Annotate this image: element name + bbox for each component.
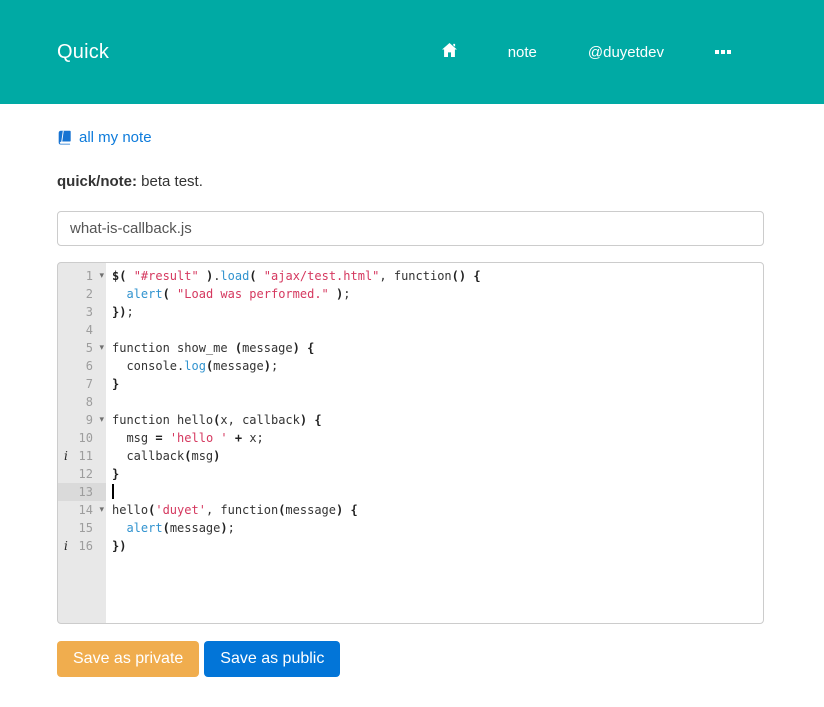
line-number: 12	[79, 467, 93, 481]
code-line[interactable]: console.log(message);	[106, 357, 278, 375]
code-line[interactable]: function show_me (message) {	[106, 339, 314, 357]
line-number: 7	[86, 377, 93, 391]
all-my-note-label: all my note	[79, 129, 152, 146]
code-line[interactable]: $( "#result" ).load( "ajax/test.html", f…	[106, 267, 481, 285]
code-line[interactable]: hello('duyet', function(message) {	[106, 501, 358, 519]
code-line[interactable]: msg = 'hello ' + x;	[106, 429, 264, 447]
gutter-cell: 8	[58, 393, 106, 411]
code-line[interactable]	[106, 393, 112, 411]
editor-row: 12}	[58, 465, 763, 483]
editor-row: 3});	[58, 303, 763, 321]
brand-title[interactable]: Quick	[57, 41, 109, 64]
code-line[interactable]: callback(msg)	[106, 447, 220, 465]
annotation-info-icon[interactable]: i	[64, 537, 68, 555]
line-number: 5	[86, 341, 93, 355]
fold-arrow-icon[interactable]: ▾	[99, 502, 104, 518]
line-number: 8	[86, 395, 93, 409]
nav-user-link[interactable]: @duyetdev	[588, 44, 664, 61]
gutter-cell: 2	[58, 285, 106, 303]
editor-row: i 11 callback(msg)	[58, 447, 763, 465]
more-icon	[715, 46, 731, 58]
gutter-cell: 7	[58, 375, 106, 393]
code-line[interactable]	[106, 321, 112, 339]
editor-row: 5▾function show_me (message) {	[58, 339, 763, 357]
code-editor[interactable]: 1▾$( "#result" ).load( "ajax/test.html",…	[57, 262, 764, 624]
gutter-cell: 6	[58, 357, 106, 375]
save-public-button[interactable]: Save as public	[204, 641, 340, 677]
line-number: 10	[79, 431, 93, 445]
save-private-button[interactable]: Save as private	[57, 641, 199, 677]
fold-arrow-icon[interactable]: ▾	[99, 340, 104, 356]
line-number: 13	[79, 485, 93, 499]
gutter-cell: 1▾	[58, 267, 106, 285]
line-number: 15	[79, 521, 93, 535]
note-prefix: quick/note:	[57, 173, 137, 190]
save-buttons-row: Save as private Save as public	[57, 641, 764, 677]
line-number: 11	[79, 449, 93, 463]
line-number: 1	[86, 269, 93, 283]
line-number: 6	[86, 359, 93, 373]
editor-row: 15 alert(message);	[58, 519, 763, 537]
code-line[interactable]: }	[106, 465, 119, 483]
app-header: Quick note @duyetdev	[0, 0, 824, 104]
gutter-cell: 14 ▾	[58, 501, 106, 519]
gutter-cell: i 16	[58, 537, 106, 555]
nav-home-link[interactable]	[442, 43, 457, 61]
all-my-note-link[interactable]: all my note	[57, 129, 152, 146]
editor-row: 10 msg = 'hello ' + x;	[58, 429, 763, 447]
gutter-cell: 3	[58, 303, 106, 321]
fold-arrow-icon[interactable]: ▾	[99, 268, 104, 284]
editor-row: 7}	[58, 375, 763, 393]
line-number: 3	[86, 305, 93, 319]
note-status-line: quick/note: beta test.	[57, 173, 764, 190]
code-line[interactable]	[106, 483, 114, 501]
gutter-cell: 12	[58, 465, 106, 483]
code-line[interactable]: function hello(x, callback) {	[106, 411, 322, 429]
nav-note-link[interactable]: note	[508, 44, 537, 61]
annotation-info-icon[interactable]: i	[64, 447, 68, 465]
editor-row: 13	[58, 483, 763, 501]
filename-input[interactable]	[57, 211, 764, 246]
editor-row: 8	[58, 393, 763, 411]
nav-more-button[interactable]	[715, 46, 731, 58]
editor-row: 9▾function hello(x, callback) {	[58, 411, 763, 429]
note-text: beta test.	[137, 173, 203, 190]
code-line[interactable]: });	[106, 303, 134, 321]
text-cursor	[112, 484, 114, 499]
code-line[interactable]: alert(message);	[106, 519, 235, 537]
editor-row: 4	[58, 321, 763, 339]
fold-arrow-icon[interactable]: ▾	[99, 412, 104, 428]
line-number: 9	[86, 413, 93, 427]
code-line[interactable]: }	[106, 375, 119, 393]
gutter-cell: 15	[58, 519, 106, 537]
gutter-cell: 4	[58, 321, 106, 339]
gutter-cell: 5▾	[58, 339, 106, 357]
line-number: 4	[86, 323, 93, 337]
editor-row: 6 console.log(message);	[58, 357, 763, 375]
home-icon	[442, 43, 457, 61]
gutter-cell: i 11	[58, 447, 106, 465]
book-icon	[57, 130, 72, 145]
main-content: all my note quick/note: beta test. 1▾$( …	[57, 104, 764, 677]
code-line[interactable]: alert( "Load was performed." );	[106, 285, 350, 303]
header-container: Quick note @duyetdev	[57, 0, 764, 104]
editor-row: 2 alert( "Load was performed." );	[58, 285, 763, 303]
editor-row: i 16})	[58, 537, 763, 555]
line-number: 2	[86, 287, 93, 301]
editor-row: 14 ▾hello('duyet', function(message) {	[58, 501, 763, 519]
gutter-cell: 10	[58, 429, 106, 447]
top-nav: note @duyetdev	[442, 43, 764, 61]
code-line[interactable]: })	[106, 537, 126, 555]
gutter-cell: 13	[58, 483, 106, 501]
editor-row: 1▾$( "#result" ).load( "ajax/test.html",…	[58, 267, 763, 285]
line-number: 14	[79, 503, 93, 517]
gutter-cell: 9▾	[58, 411, 106, 429]
line-number: 16	[79, 539, 93, 553]
